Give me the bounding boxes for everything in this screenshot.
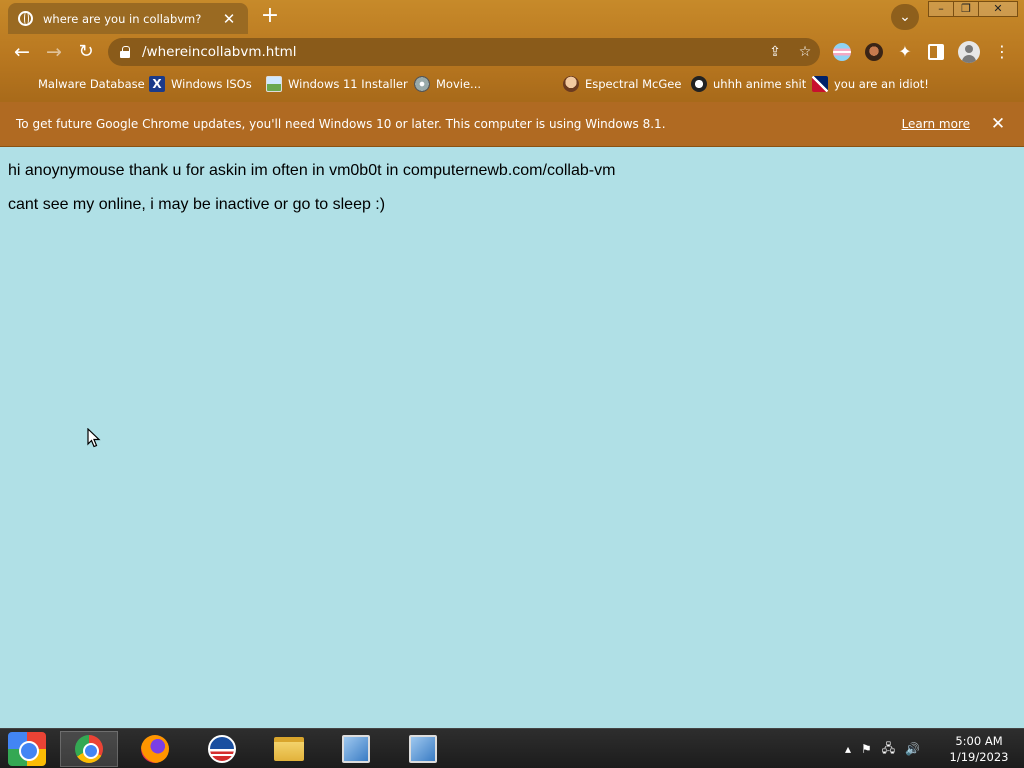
extension-avatar-icon[interactable] (865, 43, 883, 61)
bookmark-espectral-mcgee[interactable]: Espectral McGee (563, 75, 681, 93)
bookmarks-bar: Malware Database X Windows ISOs Windows … (0, 70, 1024, 98)
bookmark-anime[interactable]: uhhh anime shit (691, 75, 806, 93)
bookmark-you-are-an-idiot[interactable]: you are an idiot! (812, 75, 929, 93)
face-icon (563, 76, 579, 92)
bookmark-windows-11-installer[interactable]: Windows 11 Installer (266, 75, 408, 93)
minimize-button[interactable]: – (928, 1, 954, 17)
clock[interactable]: 5:00 AM 1/19/2023 (946, 733, 1012, 765)
page-content: hi anoynymouse thank u for askin im ofte… (0, 147, 1024, 728)
learn-more-link[interactable]: Learn more (902, 117, 970, 131)
disc-icon (414, 76, 430, 92)
tab-strip: where are you in collabvm? ✕ + ⌄ – ❐ ✕ (0, 0, 1024, 34)
bookmark-movie[interactable]: Movie... (414, 75, 481, 93)
infobar-message: To get future Google Chrome updates, you… (16, 117, 666, 131)
close-window-button[interactable]: ✕ (978, 1, 1018, 17)
bookmark-label: Movie... (436, 77, 482, 91)
bookmark-star-icon[interactable]: ☆ (790, 44, 820, 60)
globe-icon (18, 11, 33, 26)
clock-time: 5:00 AM (955, 734, 1003, 748)
message-line-1: hi anoynymouse thank u for askin im ofte… (8, 162, 616, 179)
mouse-cursor-icon (87, 428, 101, 448)
tab-title: where are you in collabvm? (43, 11, 202, 26)
file-explorer-icon (274, 737, 304, 761)
blank-icon (18, 76, 32, 92)
start-icon[interactable] (8, 732, 46, 766)
taskbar-setup-2[interactable] (394, 731, 452, 767)
firefox-icon (141, 735, 169, 763)
volume-icon[interactable]: 🔊 (905, 742, 920, 756)
uk-flag-icon (812, 76, 828, 92)
system-tray: ▴ ⚑ 🖧 🔊 (845, 739, 930, 759)
show-hidden-icons-icon[interactable]: ▴ (845, 742, 851, 756)
taskbar: ▴ ⚑ 🖧 🔊 5:00 AM 1/19/2023 (0, 728, 1024, 768)
menu-kebab-icon[interactable]: ⋮ (994, 41, 1010, 63)
taskbar-firefox[interactable] (126, 731, 184, 767)
address-bar[interactable]: /whereincollabvm.html ⇪ ☆ (108, 38, 820, 66)
clock-date: 1/19/2023 (949, 750, 1009, 764)
update-infobar: To get future Google Chrome updates, you… (0, 102, 1024, 147)
tab-search-icon[interactable]: ⌄ (891, 4, 919, 30)
bookmark-label: you are an idiot! (834, 77, 929, 91)
back-arrow-icon[interactable]: ← (9, 40, 35, 64)
lock-icon[interactable] (120, 46, 130, 58)
taskbar-chrome[interactable] (60, 731, 118, 767)
taskbar-obama[interactable] (193, 731, 251, 767)
browser-chrome: where are you in collabvm? ✕ + ⌄ – ❐ ✕ ←… (0, 0, 1024, 102)
extensions-puzzle-icon[interactable]: ✦ (896, 43, 914, 61)
network-icon[interactable]: 🖧 (882, 739, 895, 760)
image-icon (266, 76, 282, 92)
profile-avatar-icon[interactable] (958, 41, 980, 63)
setup-icon (342, 735, 370, 763)
anime-icon (691, 76, 707, 92)
toolbar: ← → ↻ /whereincollabvm.html ⇪ ☆ ✦ ⋮ (0, 34, 1024, 70)
taskbar-setup-1[interactable] (327, 731, 385, 767)
x-logo-icon: X (149, 76, 165, 92)
bookmark-label: uhhh anime shit (713, 77, 807, 91)
close-tab-icon[interactable]: ✕ (220, 10, 238, 28)
extension-flag-icon[interactable] (833, 43, 851, 61)
reload-icon[interactable]: ↻ (73, 40, 99, 64)
bookmark-label: Malware Database (38, 77, 145, 91)
bookmark-windows-isos[interactable]: X Windows ISOs (149, 75, 252, 93)
tab-active[interactable]: where are you in collabvm? ✕ (8, 3, 248, 34)
close-icon[interactable]: ✕ (988, 114, 1008, 134)
action-center-flag-icon[interactable]: ⚑ (861, 742, 872, 756)
taskbar-file-explorer[interactable] (260, 731, 318, 767)
forward-arrow-icon[interactable]: → (41, 40, 67, 64)
bookmark-label: Windows ISOs (171, 77, 252, 91)
bookmark-label: Windows 11 Installer (288, 77, 408, 91)
bookmark-malware-database[interactable]: Malware Database (18, 75, 145, 93)
setup-icon (409, 735, 437, 763)
obama-logo-icon (208, 735, 236, 763)
chrome-icon (75, 735, 103, 763)
side-panel-icon[interactable] (928, 44, 944, 60)
url-text[interactable]: /whereincollabvm.html (142, 44, 760, 60)
new-tab-button[interactable]: + (258, 5, 282, 29)
maximize-button[interactable]: ❐ (953, 1, 979, 17)
message-line-2: cant see my online, i may be inactive or… (8, 196, 386, 213)
bookmark-label: Espectral McGee (585, 77, 682, 91)
share-icon[interactable]: ⇪ (760, 44, 790, 60)
